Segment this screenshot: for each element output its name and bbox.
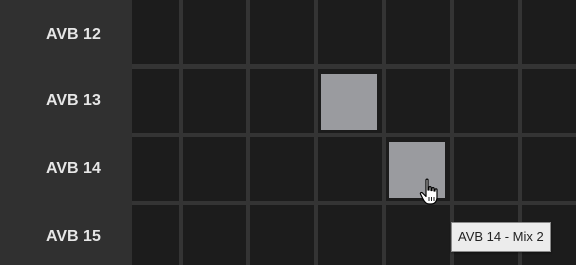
row-label-avb-12: AVB 12 [46, 26, 101, 43]
matrix-cell[interactable] [132, 69, 179, 133]
matrix-cell[interactable] [386, 205, 450, 265]
matrix-cell[interactable] [250, 0, 314, 64]
matrix-cell[interactable] [250, 137, 314, 201]
matrix-cell[interactable] [132, 205, 179, 265]
matrix-cell[interactable] [250, 69, 314, 133]
matrix-cell[interactable] [522, 0, 576, 64]
matrix-cell[interactable] [386, 69, 450, 133]
matrix-cell[interactable] [454, 137, 518, 201]
row-label-avb-13: AVB 13 [46, 92, 101, 109]
matrix-cell[interactable] [454, 0, 518, 64]
matrix-cell[interactable] [132, 0, 179, 64]
matrix-cell-active[interactable] [321, 74, 377, 130]
matrix-cell[interactable] [318, 137, 382, 201]
tooltip: AVB 14 - Mix 2 [451, 222, 551, 252]
matrix-cell[interactable] [386, 0, 450, 64]
matrix-cell[interactable] [132, 137, 179, 201]
matrix-cell[interactable] [183, 205, 246, 265]
matrix-cell[interactable] [454, 69, 518, 133]
row-label-panel: AVB 12 AVB 13 AVB 14 AVB 15 [0, 0, 132, 265]
matrix-cell[interactable] [318, 0, 382, 64]
matrix-cell[interactable] [183, 69, 246, 133]
matrix-cell[interactable] [522, 69, 576, 133]
matrix-cell[interactable] [183, 137, 246, 201]
row-label-avb-15: AVB 15 [46, 228, 101, 245]
matrix-cell[interactable] [318, 205, 382, 265]
matrix-cell[interactable] [250, 205, 314, 265]
hand-pointer-icon [419, 178, 438, 205]
row-label-avb-14: AVB 14 [46, 160, 101, 177]
matrix-cell[interactable] [522, 137, 576, 201]
matrix-cell[interactable] [183, 0, 246, 64]
